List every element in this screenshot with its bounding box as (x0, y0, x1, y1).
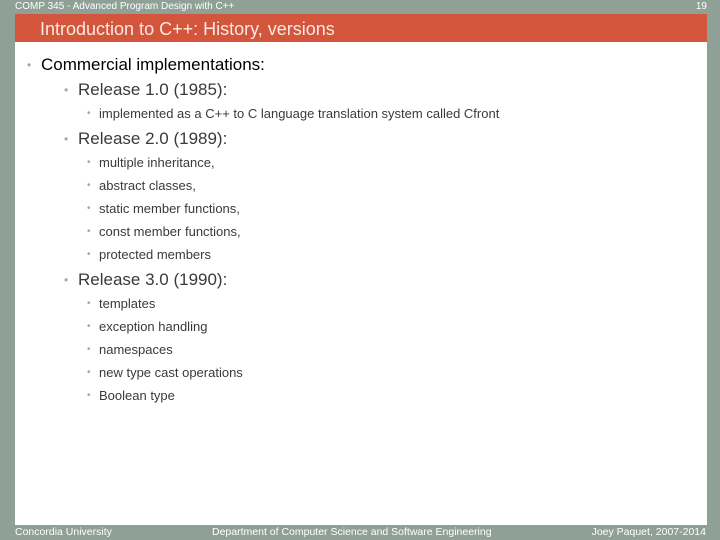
feature-text: protected members (99, 247, 211, 262)
feature-item: • templates (87, 292, 499, 315)
bullet-dot-icon: • (87, 367, 91, 378)
feature-item: • multiple inheritance, (87, 151, 499, 174)
bullet-dot-icon: • (87, 390, 91, 401)
release-item: • Release 1.0 (1985): • implemented as a … (64, 79, 500, 125)
feature-text: const member functions, (99, 224, 241, 239)
bullet-dot-icon: • (87, 298, 91, 309)
feature-item: • exception handling (87, 315, 499, 338)
bullet-level-1: • Commercial implementations: • Release … (27, 54, 500, 407)
feature-item: • static member functions, (87, 197, 499, 220)
feature-item: • namespaces (87, 338, 499, 361)
page-number: 19 (695, 1, 707, 12)
feature-list: • templates • exception handling • namespac… (87, 292, 499, 407)
slide-content: • Commercial implementations: • Release … (15, 42, 707, 525)
course-header: COMP 345 - Advanced Program Design with … (15, 1, 235, 12)
title-bar: Introduction to C++: History, versions (15, 14, 707, 42)
footer-university: Concordia University (15, 526, 112, 538)
bullet-dot-icon: • (87, 157, 91, 168)
feature-item: • const member functions, (87, 220, 499, 243)
feature-text: namespaces (99, 342, 173, 357)
feature-item: • Boolean type (87, 384, 499, 407)
release-item: • Release 2.0 (1989): • multiple inherita… (64, 128, 499, 266)
bullet-dot-icon: • (87, 226, 91, 237)
bullet-dot-icon: • (87, 203, 91, 214)
feature-text: static member functions, (99, 201, 240, 216)
bullet-dot-icon: • (64, 273, 69, 287)
heading-text: Commercial implementations: (41, 55, 265, 74)
bullet-dot-icon: • (87, 108, 91, 119)
bullet-dot-icon: • (64, 83, 69, 97)
feature-text: templates (99, 296, 156, 311)
release-label: Release 1.0 (1985): (78, 80, 228, 99)
release-label: Release 3.0 (1990): (78, 270, 228, 289)
feature-list: • implemented as a C++ to C language tran… (87, 102, 500, 125)
bullet-dot-icon: • (87, 180, 91, 191)
feature-text: Boolean type (99, 388, 175, 403)
bullet-dot-icon: • (87, 321, 91, 332)
feature-text: implemented as a C++ to C language trans… (99, 106, 500, 121)
bullet-dot-icon: • (27, 58, 32, 72)
footer-department: Department of Computer Science and Softw… (212, 526, 492, 538)
bullet-dot-icon: • (87, 249, 91, 260)
feature-text: abstract classes, (99, 178, 196, 193)
feature-list: • multiple inheritance, • abstract classes… (87, 151, 499, 266)
feature-text: multiple inheritance, (99, 155, 215, 170)
bullet-dot-icon: • (87, 344, 91, 355)
feature-text: new type cast operations (99, 365, 243, 380)
feature-item: • protected members (87, 243, 499, 266)
footer: Concordia University Department of Compu… (0, 525, 720, 540)
footer-author: Joey Paquet, 2007-2014 (591, 526, 706, 538)
feature-text: exception handling (99, 319, 208, 334)
feature-item: • abstract classes, (87, 174, 499, 197)
release-item: • Release 3.0 (1990): • templates • except… (64, 269, 499, 407)
release-label: Release 2.0 (1989): (78, 129, 228, 148)
feature-item: • new type cast operations (87, 361, 499, 384)
feature-item: • implemented as a C++ to C language tran… (87, 102, 500, 125)
bullet-dot-icon: • (64, 132, 69, 146)
slide-title: Introduction to C++: History, versions (40, 19, 335, 39)
release-list: • Release 1.0 (1985): • implemented as a … (64, 79, 500, 407)
